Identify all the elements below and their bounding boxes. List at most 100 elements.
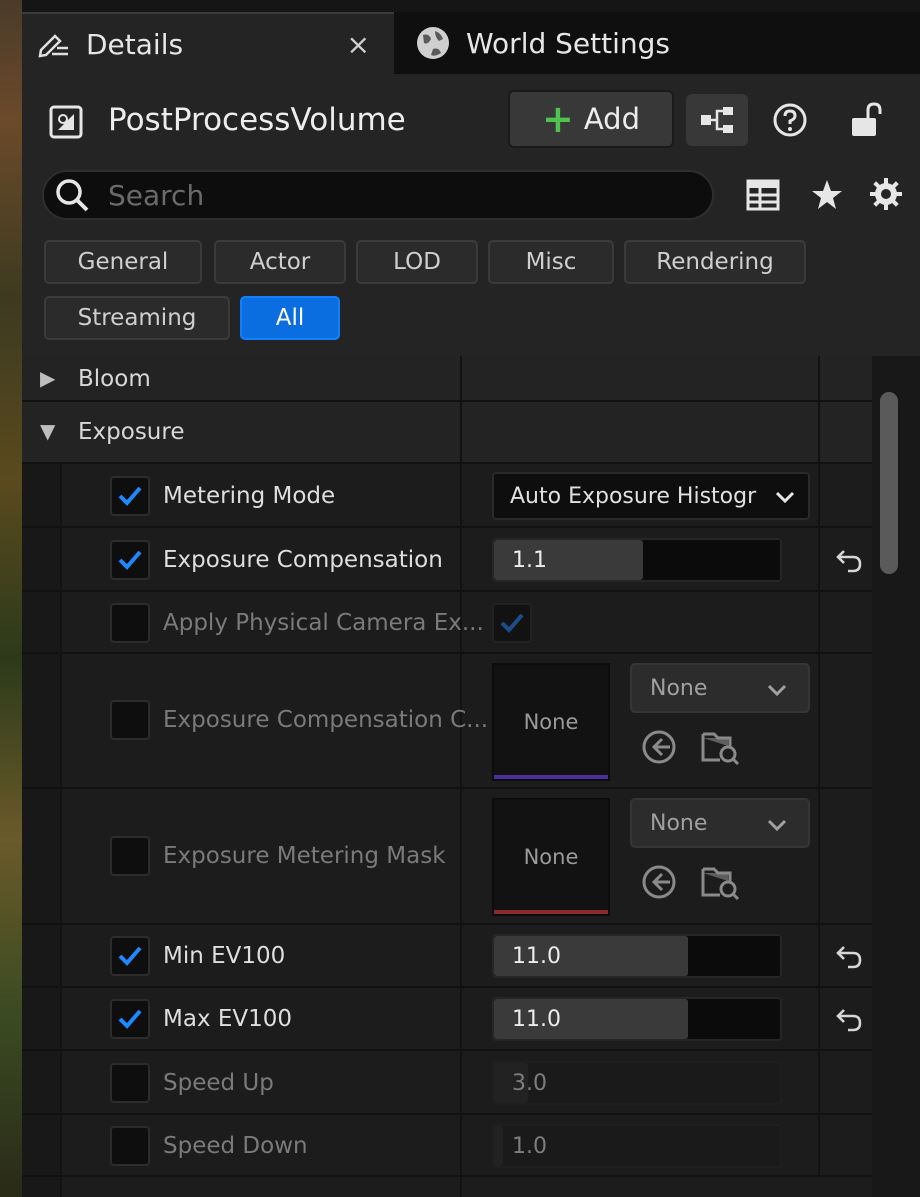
override-checkbox-apply-physical-camera[interactable] xyxy=(110,603,150,643)
property-row-min-ev100: Min EV100 11.0 xyxy=(22,925,872,988)
property-label: Metering Mode xyxy=(163,483,336,509)
add-component-button[interactable]: + Add xyxy=(508,90,674,148)
chevron-down-icon xyxy=(775,491,795,504)
property-label: Exposure Compensation xyxy=(163,547,443,573)
pencil-lines-icon xyxy=(34,25,72,63)
tab-world-settings-label: World Settings xyxy=(466,26,670,60)
max-ev100-slider[interactable]: 11.0 xyxy=(492,997,782,1041)
tab-bar: Details × World Settings xyxy=(22,12,920,74)
property-row-partial xyxy=(22,1177,872,1197)
property-label: Speed Up xyxy=(163,1070,274,1096)
asset-thumbnail-label: None xyxy=(523,710,579,734)
details-panel: Details × World Settings PostProcessVolu… xyxy=(22,0,920,1197)
filter-rendering[interactable]: Rendering xyxy=(624,240,806,284)
asset-type-color-bar xyxy=(494,775,608,779)
override-checkbox-speed-up[interactable] xyxy=(110,1063,150,1103)
expand-right-icon[interactable]: ▶ xyxy=(40,366,55,390)
use-selected-asset-icon[interactable] xyxy=(640,863,678,901)
category-bloom[interactable]: ▶ Bloom xyxy=(22,356,872,402)
star-icon[interactable] xyxy=(810,178,844,212)
details-header: PostProcessVolume + Add Search General A… xyxy=(22,74,920,364)
asset-thumbnail-label: None xyxy=(523,845,579,869)
asset-type-color-bar xyxy=(494,910,608,914)
help-icon[interactable] xyxy=(772,102,808,138)
min-ev100-value: 11.0 xyxy=(512,944,561,969)
property-row-exposure-metering-mask: Exposure Metering Mask None None xyxy=(22,789,872,925)
category-exposure-label: Exposure xyxy=(78,419,185,445)
blueprint-hierarchy-icon xyxy=(701,107,733,133)
asset-thumbnail[interactable]: None xyxy=(492,663,610,781)
property-label: Exposure Metering Mask xyxy=(163,843,446,869)
property-row-exposure-compensation: Exposure Compensation 1.1 xyxy=(22,528,872,592)
property-row-speed-up: Speed Up 3.0 xyxy=(22,1051,872,1115)
checkmark-icon xyxy=(118,550,142,570)
close-tab-button[interactable]: × xyxy=(347,28,370,61)
checkmark-icon xyxy=(118,486,142,506)
property-label: Exposure Compensation C... xyxy=(163,707,489,733)
collapse-down-icon[interactable]: ▼ xyxy=(40,419,55,443)
override-checkbox-exposure-compensation[interactable] xyxy=(110,540,150,580)
property-row-speed-down: Speed Down 1.0 xyxy=(22,1115,872,1177)
browse-folder-icon[interactable] xyxy=(700,861,740,901)
filter-lod[interactable]: LOD xyxy=(356,240,478,284)
gear-icon[interactable] xyxy=(868,176,904,212)
override-checkbox-exposure-compensation-curve[interactable] xyxy=(110,700,150,740)
search-icon xyxy=(52,175,92,215)
slider-fill xyxy=(494,1126,503,1166)
globe-icon xyxy=(414,24,452,62)
reset-to-default-icon[interactable] xyxy=(834,941,864,971)
property-label: Max EV100 xyxy=(163,1006,293,1032)
search-box[interactable] xyxy=(42,170,714,220)
filter-streaming[interactable]: Streaming xyxy=(44,296,230,340)
speed-up-slider[interactable]: 3.0 xyxy=(492,1061,782,1105)
checkmark-icon xyxy=(500,613,524,633)
filter-actor[interactable]: Actor xyxy=(214,240,346,284)
asset-picker-value: None xyxy=(650,675,708,701)
unlock-icon[interactable] xyxy=(848,100,884,138)
apply-physical-camera-checkbox[interactable] xyxy=(492,603,532,643)
post-process-volume-icon xyxy=(48,104,84,140)
override-checkbox-min-ev100[interactable] xyxy=(110,936,150,976)
plus-icon: + xyxy=(542,97,574,141)
use-selected-asset-icon[interactable] xyxy=(640,728,678,766)
exposure-compensation-slider[interactable]: 1.1 xyxy=(492,538,782,582)
property-row-exposure-compensation-curve: Exposure Compensation C... None None xyxy=(22,654,872,789)
checkmark-icon xyxy=(118,1009,142,1029)
category-bloom-label: Bloom xyxy=(78,366,151,392)
filter-general[interactable]: General xyxy=(44,240,202,284)
table-view-icon[interactable] xyxy=(746,178,780,212)
override-checkbox-speed-down[interactable] xyxy=(110,1126,150,1166)
scrollbar-thumb[interactable] xyxy=(880,392,898,574)
add-button-label: Add xyxy=(583,102,640,136)
asset-thumbnail[interactable]: None xyxy=(492,798,610,916)
chevron-down-icon xyxy=(767,684,787,697)
exposure-compensation-value: 1.1 xyxy=(512,548,547,573)
property-label: Min EV100 xyxy=(163,943,286,969)
viewport-background-strip xyxy=(0,0,22,1197)
asset-picker-dropdown[interactable]: None xyxy=(630,663,810,713)
override-checkbox-metering-mode[interactable] xyxy=(110,476,150,516)
reset-to-default-icon[interactable] xyxy=(834,1004,864,1034)
speed-down-value: 1.0 xyxy=(512,1134,547,1159)
checkmark-icon xyxy=(118,946,142,966)
filter-misc[interactable]: Misc xyxy=(488,240,614,284)
property-row-max-ev100: Max EV100 11.0 xyxy=(22,988,872,1051)
tab-details[interactable]: Details × xyxy=(22,12,394,74)
override-checkbox-max-ev100[interactable] xyxy=(110,999,150,1039)
property-label: Speed Down xyxy=(163,1133,308,1159)
metering-mode-value: Auto Exposure Histogr xyxy=(510,483,757,509)
asset-picker-dropdown[interactable]: None xyxy=(630,798,810,848)
speed-down-slider[interactable]: 1.0 xyxy=(492,1124,782,1168)
browse-folder-icon[interactable] xyxy=(700,726,740,766)
metering-mode-dropdown[interactable]: Auto Exposure Histogr xyxy=(492,472,810,520)
tab-details-label: Details xyxy=(86,27,184,61)
filter-all[interactable]: All xyxy=(240,296,340,340)
reset-to-default-icon[interactable] xyxy=(834,545,864,575)
actor-name: PostProcessVolume xyxy=(108,102,406,138)
search-input[interactable] xyxy=(108,178,668,212)
override-checkbox-exposure-metering-mask[interactable] xyxy=(110,836,150,876)
blueprint-hierarchy-button[interactable] xyxy=(686,94,748,146)
tab-world-settings[interactable]: World Settings xyxy=(402,12,742,74)
min-ev100-slider[interactable]: 11.0 xyxy=(492,934,782,978)
category-exposure[interactable]: ▼ Exposure xyxy=(22,402,872,464)
